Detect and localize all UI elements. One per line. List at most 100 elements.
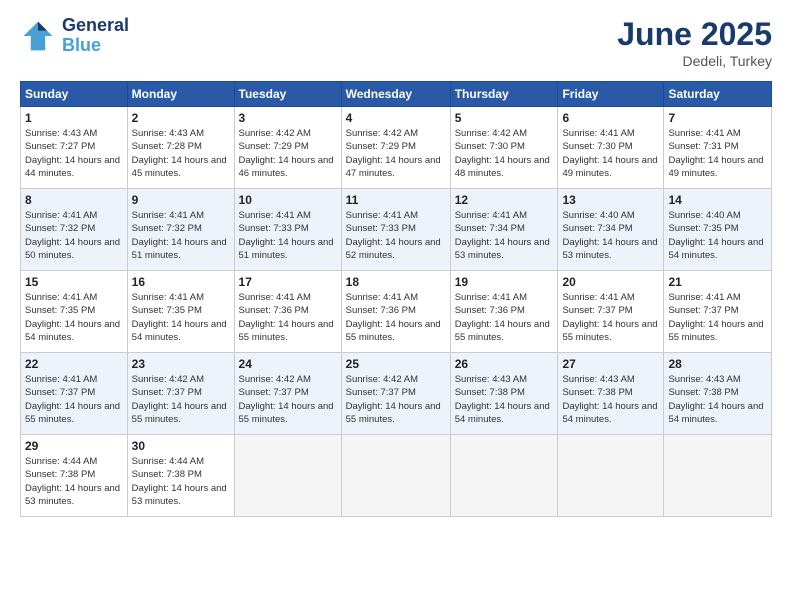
table-row: 13 Sunrise: 4:40 AMSunset: 7:34 PMDayligh… (558, 189, 664, 271)
calendar-week-row: 1Sunrise: 4:43 AMSunset: 7:27 PMDaylight… (21, 107, 772, 189)
day-number: 21 (668, 275, 767, 289)
table-row: 30Sunrise: 4:44 AMSunset: 7:38 PMDayligh… (127, 435, 234, 517)
day-info: Sunrise: 4:43 AMSunset: 7:38 PMDaylight:… (455, 373, 554, 426)
day-info: Sunrise: 4:42 AMSunset: 7:29 PMDaylight:… (239, 127, 337, 180)
table-row: 21 Sunrise: 4:41 AMSunset: 7:37 PMDayligh… (664, 271, 772, 353)
day-number: 3 (239, 111, 337, 125)
day-number: 29 (25, 439, 123, 453)
table-row: 24 Sunrise: 4:42 AMSunset: 7:37 PMDayligh… (234, 353, 341, 435)
day-info: Sunrise: 4:41 AMSunset: 7:34 PMDaylight:… (455, 209, 554, 262)
day-info: Sunrise: 4:42 AMSunset: 7:37 PMDaylight:… (132, 373, 230, 426)
header: General Blue June 2025 Dedeli, Turkey (20, 16, 772, 69)
table-row: 8Sunrise: 4:41 AMSunset: 7:32 PMDaylight… (21, 189, 128, 271)
day-number: 7 (668, 111, 767, 125)
table-row: 7 Sunrise: 4:41 AMSunset: 7:31 PMDaylight… (664, 107, 772, 189)
logo-icon (20, 18, 56, 54)
day-info: Sunrise: 4:41 AMSunset: 7:32 PMDaylight:… (25, 209, 123, 262)
day-number: 6 (562, 111, 659, 125)
table-row: 20 Sunrise: 4:41 AMSunset: 7:37 PMDayligh… (558, 271, 664, 353)
day-info: Sunrise: 4:43 AMSunset: 7:28 PMDaylight:… (132, 127, 230, 180)
day-info: Sunrise: 4:41 AMSunset: 7:36 PMDaylight:… (239, 291, 337, 344)
day-info: Sunrise: 4:43 AMSunset: 7:38 PMDaylight:… (668, 373, 767, 426)
calendar-week-row: 8Sunrise: 4:41 AMSunset: 7:32 PMDaylight… (21, 189, 772, 271)
day-number: 25 (346, 357, 446, 371)
day-number: 9 (132, 193, 230, 207)
day-number: 13 (562, 193, 659, 207)
table-row: 9Sunrise: 4:41 AMSunset: 7:32 PMDaylight… (127, 189, 234, 271)
day-number: 15 (25, 275, 123, 289)
day-info: Sunrise: 4:42 AMSunset: 7:37 PMDaylight:… (239, 373, 337, 426)
day-info: Sunrise: 4:42 AMSunset: 7:30 PMDaylight:… (455, 127, 554, 180)
day-number: 24 (239, 357, 337, 371)
title-section: June 2025 Dedeli, Turkey (617, 16, 772, 69)
table-row: 19 Sunrise: 4:41 AMSunset: 7:36 PMDayligh… (450, 271, 558, 353)
day-info: Sunrise: 4:41 AMSunset: 7:37 PMDaylight:… (668, 291, 767, 344)
table-row: 12 Sunrise: 4:41 AMSunset: 7:34 PMDayligh… (450, 189, 558, 271)
calendar-week-row: 15 Sunrise: 4:41 AMSunset: 7:35 PMDayligh… (21, 271, 772, 353)
day-info: Sunrise: 4:42 AMSunset: 7:37 PMDaylight:… (346, 373, 446, 426)
table-row (558, 435, 664, 517)
day-number: 4 (346, 111, 446, 125)
col-saturday: Saturday (664, 82, 772, 107)
day-number: 2 (132, 111, 230, 125)
calendar-table: Sunday Monday Tuesday Wednesday Thursday… (20, 81, 772, 517)
main-title: June 2025 (617, 16, 772, 53)
day-info: Sunrise: 4:43 AMSunset: 7:38 PMDaylight:… (562, 373, 659, 426)
day-number: 19 (455, 275, 554, 289)
col-sunday: Sunday (21, 82, 128, 107)
day-info: Sunrise: 4:41 AMSunset: 7:37 PMDaylight:… (25, 373, 123, 426)
table-row: 25 Sunrise: 4:42 AMSunset: 7:37 PMDayligh… (341, 353, 450, 435)
table-row (234, 435, 341, 517)
page: General Blue June 2025 Dedeli, Turkey Su… (0, 0, 792, 612)
day-number: 17 (239, 275, 337, 289)
day-number: 18 (346, 275, 446, 289)
table-row: 22 Sunrise: 4:41 AMSunset: 7:37 PMDayligh… (21, 353, 128, 435)
day-number: 28 (668, 357, 767, 371)
day-info: Sunrise: 4:40 AMSunset: 7:34 PMDaylight:… (562, 209, 659, 262)
table-row: 17 Sunrise: 4:41 AMSunset: 7:36 PMDayligh… (234, 271, 341, 353)
day-number: 10 (239, 193, 337, 207)
col-tuesday: Tuesday (234, 82, 341, 107)
day-info: Sunrise: 4:43 AMSunset: 7:27 PMDaylight:… (25, 127, 123, 180)
calendar-week-row: 29 Sunrise: 4:44 AMSunset: 7:38 PMDayligh… (21, 435, 772, 517)
day-info: Sunrise: 4:41 AMSunset: 7:36 PMDaylight:… (346, 291, 446, 344)
day-info: Sunrise: 4:41 AMSunset: 7:35 PMDaylight:… (132, 291, 230, 344)
table-row: 26 Sunrise: 4:43 AMSunset: 7:38 PMDayligh… (450, 353, 558, 435)
subtitle: Dedeli, Turkey (617, 53, 772, 69)
logo-text: General Blue (62, 16, 129, 56)
table-row: 16 Sunrise: 4:41 AMSunset: 7:35 PMDayligh… (127, 271, 234, 353)
day-number: 30 (132, 439, 230, 453)
day-info: Sunrise: 4:41 AMSunset: 7:36 PMDaylight:… (455, 291, 554, 344)
table-row: 14 Sunrise: 4:40 AMSunset: 7:35 PMDayligh… (664, 189, 772, 271)
day-info: Sunrise: 4:40 AMSunset: 7:35 PMDaylight:… (668, 209, 767, 262)
col-monday: Monday (127, 82, 234, 107)
table-row: 2 Sunrise: 4:43 AMSunset: 7:28 PMDaylight… (127, 107, 234, 189)
day-number: 26 (455, 357, 554, 371)
day-number: 22 (25, 357, 123, 371)
table-row: 28 Sunrise: 4:43 AMSunset: 7:38 PMDayligh… (664, 353, 772, 435)
col-wednesday: Wednesday (341, 82, 450, 107)
day-info: Sunrise: 4:41 AMSunset: 7:31 PMDaylight:… (668, 127, 767, 180)
col-friday: Friday (558, 82, 664, 107)
table-row: 29 Sunrise: 4:44 AMSunset: 7:38 PMDayligh… (21, 435, 128, 517)
day-info: Sunrise: 4:41 AMSunset: 7:37 PMDaylight:… (562, 291, 659, 344)
table-row: 15Sunrise: 4:41 AMSunset: 7:35 PMDayligh… (21, 271, 128, 353)
table-row: 6 Sunrise: 4:41 AMSunset: 7:30 PMDaylight… (558, 107, 664, 189)
table-row (450, 435, 558, 517)
day-info: Sunrise: 4:41 AMSunset: 7:30 PMDaylight:… (562, 127, 659, 180)
table-row: 11 Sunrise: 4:41 AMSunset: 7:33 PMDayligh… (341, 189, 450, 271)
day-number: 27 (562, 357, 659, 371)
day-number: 20 (562, 275, 659, 289)
day-info: Sunrise: 4:41 AMSunset: 7:33 PMDaylight:… (346, 209, 446, 262)
calendar-week-row: 22 Sunrise: 4:41 AMSunset: 7:37 PMDayligh… (21, 353, 772, 435)
day-number: 14 (668, 193, 767, 207)
day-info: Sunrise: 4:44 AMSunset: 7:38 PMDaylight:… (25, 455, 123, 508)
day-number: 5 (455, 111, 554, 125)
day-number: 16 (132, 275, 230, 289)
day-info: Sunrise: 4:42 AMSunset: 7:29 PMDaylight:… (346, 127, 446, 180)
day-number: 12 (455, 193, 554, 207)
day-number: 11 (346, 193, 446, 207)
day-number: 23 (132, 357, 230, 371)
day-info: Sunrise: 4:41 AMSunset: 7:33 PMDaylight:… (239, 209, 337, 262)
table-row: 3 Sunrise: 4:42 AMSunset: 7:29 PMDaylight… (234, 107, 341, 189)
